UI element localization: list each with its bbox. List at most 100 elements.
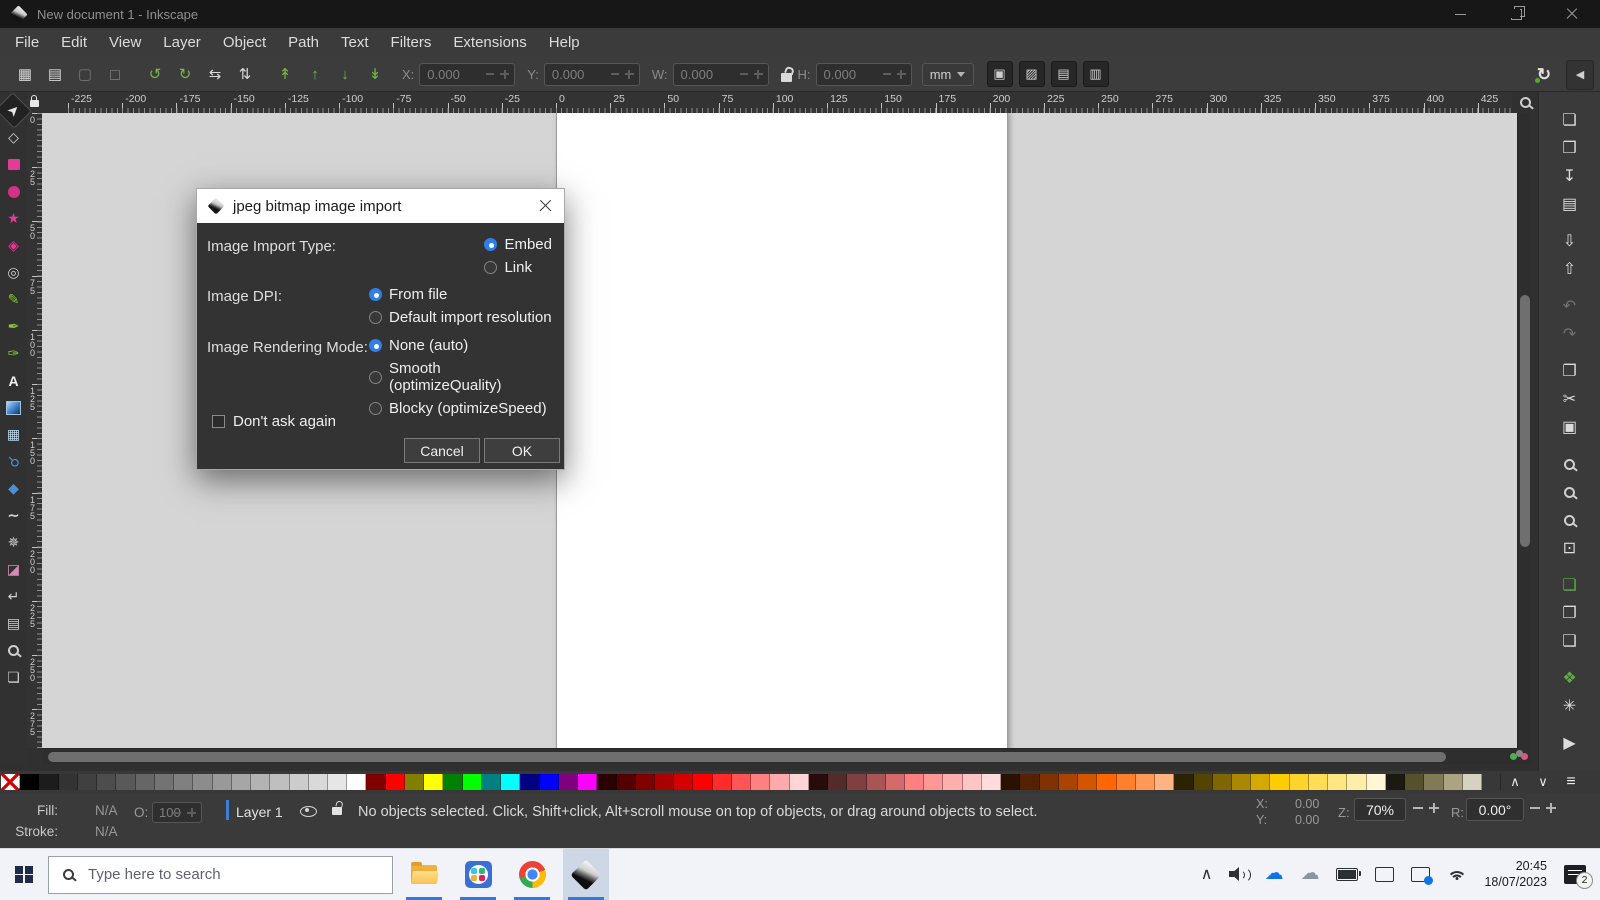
collapse-panel-button[interactable]: ◀: [1566, 60, 1594, 90]
lock-dimensions-icon[interactable]: [781, 73, 792, 82]
palette-swatch[interactable]: [693, 774, 712, 790]
taskbar-search[interactable]: [48, 856, 393, 894]
palette-swatch[interactable]: [136, 774, 155, 790]
fill-value[interactable]: N/A: [95, 803, 118, 818]
palette-swatch[interactable]: [1040, 774, 1059, 790]
menu-object[interactable]: Object: [212, 30, 277, 55]
taskbar-chrome[interactable]: [509, 849, 555, 900]
palette-swatch[interactable]: [1174, 774, 1193, 790]
palette-swatch[interactable]: [1328, 774, 1347, 790]
radio-option[interactable]: None (auto): [369, 337, 552, 354]
radio-selected-icon[interactable]: [484, 238, 497, 251]
opacity-field[interactable]: 100: [152, 802, 202, 823]
palette-swatch[interactable]: [751, 774, 770, 790]
y-field[interactable]: 0.000: [544, 63, 640, 86]
palette-swatch[interactable]: [597, 774, 616, 790]
palette-swatch[interactable]: [1386, 774, 1405, 790]
palette-swatch[interactable]: [828, 774, 847, 790]
palette-swatch[interactable]: [1059, 774, 1078, 790]
stroke-value[interactable]: N/A: [95, 824, 118, 839]
color-management-icon[interactable]: [1508, 750, 1534, 764]
palette-swatch[interactable]: [386, 774, 405, 790]
palette-swatch[interactable]: [424, 774, 443, 790]
radio-selected-icon[interactable]: [369, 288, 382, 301]
cloud-icon[interactable]: ☁: [1300, 869, 1319, 879]
selection-box-icon[interactable]: ◻: [102, 61, 128, 87]
palette-swatch[interactable]: [713, 774, 732, 790]
onedrive-icon[interactable]: ☁: [1264, 869, 1283, 879]
radio-option[interactable]: Embed: [484, 236, 552, 253]
palette-swatch[interactable]: [636, 774, 655, 790]
gradient-tool[interactable]: [1, 394, 26, 421]
taskbar-inkscape[interactable]: [563, 849, 609, 900]
rectangle-tool[interactable]: [1, 151, 26, 178]
zoom-page-icon[interactable]: [1555, 506, 1585, 534]
pages-tool[interactable]: ❏: [1, 664, 26, 691]
open-icon[interactable]: ❒: [1555, 134, 1585, 162]
menu-file[interactable]: File: [4, 30, 50, 55]
menu-filters[interactable]: Filters: [380, 30, 443, 55]
radio-option[interactable]: Blocky (optimizeSpeed): [369, 400, 552, 417]
palette-swatch[interactable]: [674, 774, 693, 790]
x-field[interactable]: 0.000: [419, 63, 515, 86]
menu-edit[interactable]: Edit: [50, 30, 98, 55]
palette-swatch[interactable]: [78, 774, 97, 790]
paste-icon[interactable]: ▣: [1555, 413, 1585, 441]
palette-swatch[interactable]: [1020, 774, 1039, 790]
zoom-selection-icon[interactable]: [1555, 450, 1585, 478]
palette-swatch[interactable]: [213, 774, 232, 790]
palette-swatch[interactable]: [732, 774, 751, 790]
palette-swatch[interactable]: [1001, 774, 1020, 790]
palette-swatch[interactable]: [1463, 774, 1482, 790]
raise-icon[interactable]: ↑: [302, 61, 328, 87]
close-button[interactable]: [1544, 0, 1600, 28]
palette-swatch[interactable]: [1136, 774, 1155, 790]
palette-swatch[interactable]: [1097, 774, 1116, 790]
palette-swatch[interactable]: [1309, 774, 1328, 790]
palette-swatch[interactable]: [617, 774, 636, 790]
zoom-minus-button[interactable]: [1413, 807, 1423, 809]
save-icon[interactable]: ↧: [1555, 162, 1585, 190]
vertical-scrollbar-thumb[interactable]: [1520, 295, 1530, 547]
zoom-plus-button[interactable]: [1429, 803, 1439, 813]
rotate-ccw-icon[interactable]: ↺: [142, 61, 168, 87]
palette-swatch[interactable]: [155, 774, 174, 790]
palette-swatch[interactable]: [1155, 774, 1174, 790]
palette-swatch[interactable]: [347, 774, 366, 790]
ok-button[interactable]: OK: [484, 438, 560, 463]
palette-swatch[interactable]: [770, 774, 789, 790]
spray-tool[interactable]: ✵: [1, 529, 26, 556]
palette-swatch[interactable]: [578, 774, 597, 790]
palette-swatch[interactable]: [501, 774, 520, 790]
duplicate-icon[interactable]: ❏: [1555, 571, 1585, 599]
palette-menu-icon[interactable]: ≡: [1557, 773, 1585, 791]
radio-icon[interactable]: [369, 402, 382, 415]
palette-swatch[interactable]: [924, 774, 943, 790]
palette-swatch[interactable]: [886, 774, 905, 790]
layer-unlock-icon[interactable]: [332, 807, 342, 815]
radio-option[interactable]: Smooth (optimizeQuality): [369, 360, 552, 394]
undo-icon[interactable]: ↶: [1555, 292, 1585, 320]
palette-swatch[interactable]: [1424, 774, 1443, 790]
palette-swatch[interactable]: [405, 774, 424, 790]
flip-vertical-icon[interactable]: ⇅: [232, 61, 258, 87]
star-tool[interactable]: ★: [1, 205, 26, 232]
more-commands-icon[interactable]: ▶: [1555, 729, 1585, 757]
palette-swatch[interactable]: [1444, 774, 1463, 790]
import-icon[interactable]: ⇩: [1555, 227, 1585, 255]
menu-text[interactable]: Text: [330, 30, 380, 55]
radio-icon[interactable]: [369, 371, 382, 384]
palette-swatch[interactable]: [559, 774, 578, 790]
group-icon[interactable]: ❖: [1555, 664, 1585, 692]
palette-scroll-down-icon[interactable]: ∨: [1529, 774, 1557, 790]
spiral-tool[interactable]: ◎: [1, 259, 26, 286]
unit-dropdown[interactable]: mm: [922, 63, 974, 86]
palette-scroll-up-icon[interactable]: ∧: [1501, 774, 1529, 790]
palette-swatch[interactable]: [905, 774, 924, 790]
palette-swatch[interactable]: [1290, 774, 1309, 790]
rotation-plus-button[interactable]: [1546, 803, 1556, 813]
vertical-scrollbar[interactable]: [1517, 113, 1531, 748]
layer-visibility-icon[interactable]: [300, 806, 317, 817]
dialog-close-button[interactable]: [536, 197, 554, 215]
palette-swatch[interactable]: [97, 774, 116, 790]
